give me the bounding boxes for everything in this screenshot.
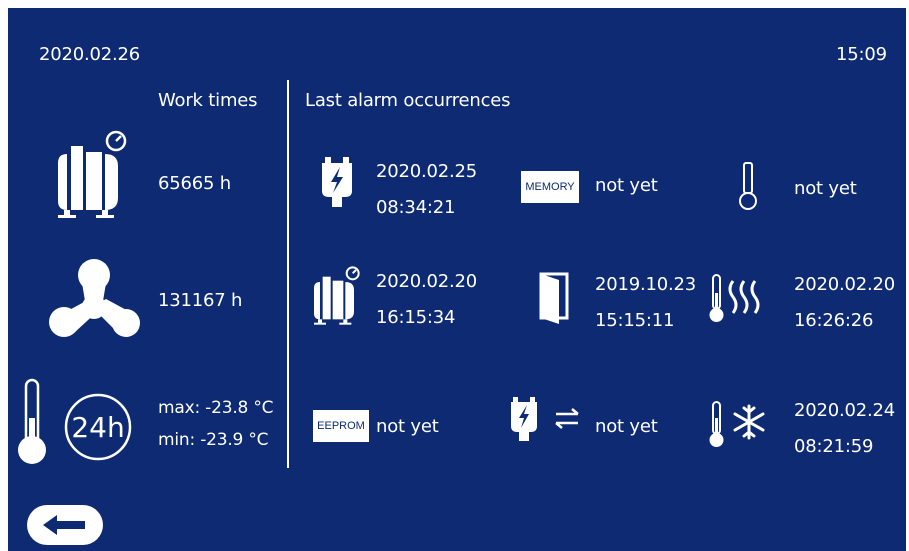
back-button[interactable]: [27, 505, 103, 545]
eeprom-icon: EEPROM: [313, 410, 369, 442]
compressor-hours: 65665 h: [158, 173, 231, 194]
current-date: 2020.02.26: [39, 44, 141, 65]
alarms-title: Last alarm occurrences: [305, 90, 511, 111]
door-icon: [539, 272, 569, 324]
sensor-probe-icon: [739, 162, 757, 210]
low-temp-alarm-date: 2020.02.24: [794, 400, 896, 421]
memory-alarm-value: not yet: [595, 175, 658, 196]
fan-hours: 131167 h: [158, 290, 243, 311]
high-temp-alarm-date: 2020.02.20: [794, 274, 896, 295]
memory-icon: MEMORY: [521, 171, 579, 203]
power-alarm-date: 2020.02.25: [376, 161, 478, 182]
sensor-alarm-value: not yet: [794, 178, 857, 199]
high-temp-icon: [709, 274, 760, 322]
communication-alarm-value: not yet: [595, 416, 658, 437]
fan-icon: [49, 259, 140, 337]
arrow-left-icon: [43, 515, 85, 535]
eeprom-alarm-value: not yet: [376, 416, 439, 437]
current-time: 15:09: [836, 44, 887, 65]
power-alarm-time: 08:34:21: [376, 197, 456, 218]
power-communication-icon: [511, 397, 579, 441]
low-temp-icon: [709, 401, 765, 447]
column-divider: [287, 80, 289, 468]
door-alarm-time: 15:15:11: [595, 310, 675, 331]
high-temp-alarm-time: 16:26:26: [794, 310, 874, 331]
alarm-screen: 2020.02.26 15:09 Work times 65665 h 1311…: [8, 8, 906, 551]
compressor-alarm-time: 16:15:34: [376, 307, 456, 328]
temp-max: max: -23.8 °C: [158, 398, 274, 418]
door-alarm-date: 2019.10.23: [595, 274, 697, 295]
work-times-title: Work times: [158, 90, 258, 111]
24h-badge-label: 24h: [71, 410, 125, 444]
compressor-alarm-date: 2020.02.20: [376, 271, 478, 292]
low-temp-alarm-time: 08:21:59: [794, 436, 874, 457]
compressor-icon: [58, 130, 127, 218]
compressor-alarm-icon: [314, 266, 360, 325]
thermometer-icon: [18, 378, 46, 464]
temp-min: min: -23.9 °C: [158, 430, 269, 450]
power-failure-icon: [322, 157, 352, 207]
